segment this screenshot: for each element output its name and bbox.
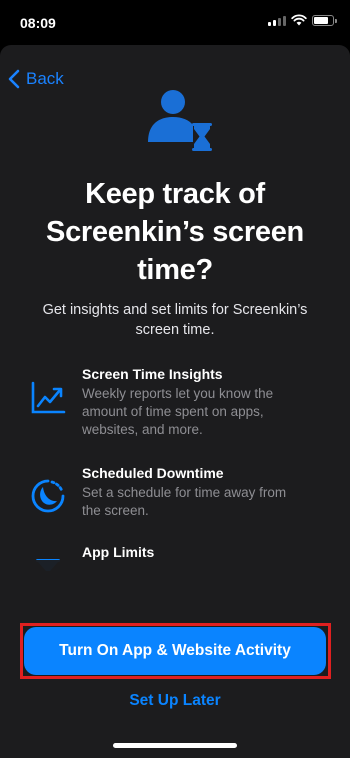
feature-title: Screen Time Insights xyxy=(82,366,223,382)
status-time: 08:09 xyxy=(20,15,56,31)
downtime-icon xyxy=(31,479,65,513)
turn-on-activity-button[interactable]: Turn On App & Website Activity xyxy=(24,627,326,675)
page-title: Keep track of Screenkin’s screen time? xyxy=(46,178,304,286)
status-icons xyxy=(268,14,337,26)
screen: 08:09 Back Keep track of Screenkin’s scr… xyxy=(0,0,350,758)
feature-description: Weekly reports let you know the amount o… xyxy=(82,386,274,437)
page-subtitle: Get insights and set limits for Screenki… xyxy=(42,302,308,338)
chart-icon xyxy=(31,381,66,414)
feature-title: Scheduled Downtime xyxy=(82,465,224,481)
feature-description: Set a schedule for time away from the sc… xyxy=(82,485,287,518)
battery-icon xyxy=(312,14,337,26)
wifi-icon xyxy=(291,14,307,26)
cellular-signal-icon xyxy=(268,15,286,26)
feature-scheduled-downtime: Scheduled Downtime Set a schedule for ti… xyxy=(30,464,330,544)
back-label: Back xyxy=(26,69,64,88)
chevron-left-icon xyxy=(8,69,20,89)
feature-title: App Limits xyxy=(82,544,155,560)
status-bar: 08:09 xyxy=(0,0,350,44)
set-up-later-button[interactable]: Set Up Later xyxy=(0,692,350,710)
feature-screen-time-insights: Screen Time Insights Weekly reports let … xyxy=(30,365,330,455)
home-indicator xyxy=(113,743,237,748)
screen-time-person-hourglass-icon xyxy=(148,90,212,151)
back-button[interactable]: Back xyxy=(8,69,64,89)
